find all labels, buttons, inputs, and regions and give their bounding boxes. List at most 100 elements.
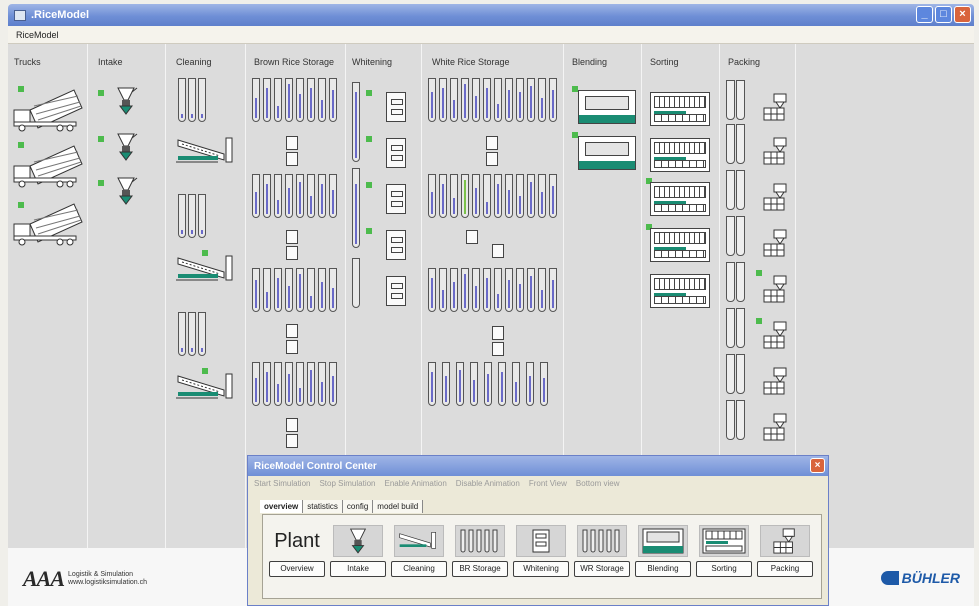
- sorting-machine-icon[interactable]: [650, 228, 710, 262]
- silo-icon[interactable]: [188, 194, 196, 238]
- silo-icon[interactable]: [450, 268, 458, 312]
- silo-icon[interactable]: [505, 174, 513, 218]
- silo-icon[interactable]: [329, 268, 337, 312]
- sorting-machine-icon[interactable]: [650, 182, 710, 216]
- silo-icon[interactable]: [736, 216, 745, 256]
- silo-icon[interactable]: [470, 362, 478, 406]
- intake-hopper-icon[interactable]: [114, 176, 138, 206]
- silo-icon[interactable]: [352, 258, 360, 308]
- silo-icon[interactable]: [352, 82, 360, 162]
- silo-icon[interactable]: [450, 174, 458, 218]
- br-storage-button[interactable]: BR Storage: [452, 561, 508, 577]
- silo-icon[interactable]: [274, 174, 282, 218]
- silo-icon[interactable]: [483, 174, 491, 218]
- silo-icon[interactable]: [352, 168, 360, 248]
- packing-machine-icon[interactable]: [762, 92, 790, 122]
- silo-icon[interactable]: [274, 268, 282, 312]
- minimize-button[interactable]: _: [916, 6, 933, 23]
- silo-icon[interactable]: [527, 174, 535, 218]
- overview-button[interactable]: Overview: [269, 561, 325, 577]
- cleaning-button[interactable]: Cleaning: [391, 561, 447, 577]
- sorting-machine-icon[interactable]: [650, 274, 710, 308]
- silo-icon[interactable]: [285, 268, 293, 312]
- silo-icon[interactable]: [736, 170, 745, 210]
- packing-button[interactable]: Packing: [757, 561, 813, 577]
- silo-icon[interactable]: [329, 174, 337, 218]
- silo-icon[interactable]: [516, 268, 524, 312]
- blending-machine-icon[interactable]: [578, 90, 636, 124]
- silo-icon[interactable]: [439, 174, 447, 218]
- tab-model-build[interactable]: model build: [373, 500, 424, 513]
- silo-icon[interactable]: [178, 312, 186, 356]
- silo-icon[interactable]: [198, 78, 206, 122]
- dialog-close-button[interactable]: ×: [810, 458, 825, 473]
- silo-icon[interactable]: [483, 78, 491, 122]
- packing-machine-icon[interactable]: [762, 412, 790, 442]
- silo-icon[interactable]: [726, 400, 735, 440]
- silo-icon[interactable]: [538, 78, 546, 122]
- silo-icon[interactable]: [549, 174, 557, 218]
- menu-ricemodel[interactable]: RiceModel: [16, 30, 59, 40]
- silo-icon[interactable]: [549, 78, 557, 122]
- silo-icon[interactable]: [188, 78, 196, 122]
- silo-icon[interactable]: [285, 78, 293, 122]
- silo-icon[interactable]: [472, 78, 480, 122]
- silo-icon[interactable]: [318, 78, 326, 122]
- silo-icon[interactable]: [516, 174, 524, 218]
- intake-button[interactable]: Intake: [330, 561, 386, 577]
- silo-icon[interactable]: [472, 174, 480, 218]
- silo-icon[interactable]: [263, 268, 271, 312]
- silo-icon[interactable]: [428, 174, 436, 218]
- silo-icon[interactable]: [274, 362, 282, 406]
- silo-icon[interactable]: [726, 308, 735, 348]
- tab-config[interactable]: config: [342, 500, 374, 513]
- menu-bottom-view[interactable]: Bottom view: [576, 479, 620, 488]
- intake-hopper-icon[interactable]: [114, 86, 138, 116]
- silo-icon[interactable]: [178, 78, 186, 122]
- menu-stop-simulation[interactable]: Stop Simulation: [319, 479, 375, 488]
- silo-icon[interactable]: [538, 268, 546, 312]
- silo-icon[interactable]: [527, 268, 535, 312]
- silo-icon[interactable]: [461, 268, 469, 312]
- silo-icon[interactable]: [318, 174, 326, 218]
- silo-icon[interactable]: [307, 174, 315, 218]
- silo-icon[interactable]: [307, 362, 315, 406]
- silo-icon[interactable]: [198, 312, 206, 356]
- silo-icon[interactable]: [494, 78, 502, 122]
- silo-icon[interactable]: [538, 174, 546, 218]
- silo-icon[interactable]: [526, 362, 534, 406]
- silo-icon[interactable]: [178, 194, 186, 238]
- silo-icon[interactable]: [188, 312, 196, 356]
- silo-icon[interactable]: [252, 174, 260, 218]
- silo-icon[interactable]: [516, 78, 524, 122]
- silo-icon[interactable]: [726, 170, 735, 210]
- silo-icon[interactable]: [726, 354, 735, 394]
- silo-icon[interactable]: [307, 78, 315, 122]
- silo-icon[interactable]: [318, 268, 326, 312]
- cleaning-machine-icon[interactable]: [174, 370, 240, 404]
- packing-machine-icon[interactable]: [762, 136, 790, 166]
- menu-enable-animation[interactable]: Enable Animation: [385, 479, 447, 488]
- silo-icon[interactable]: [736, 124, 745, 164]
- silo-icon[interactable]: [450, 78, 458, 122]
- silo-icon[interactable]: [428, 78, 436, 122]
- silo-icon[interactable]: [540, 362, 548, 406]
- silo-icon[interactable]: [439, 78, 447, 122]
- silo-icon[interactable]: [307, 268, 315, 312]
- silo-icon[interactable]: [428, 362, 436, 406]
- silo-icon[interactable]: [505, 78, 513, 122]
- silo-icon[interactable]: [296, 268, 304, 312]
- menu-start-simulation[interactable]: Start Simulation: [254, 479, 310, 488]
- whitening-machine-icon[interactable]: [386, 184, 406, 214]
- silo-icon[interactable]: [505, 268, 513, 312]
- silo-icon[interactable]: [494, 174, 502, 218]
- silo-icon[interactable]: [494, 268, 502, 312]
- silo-icon[interactable]: [726, 216, 735, 256]
- packing-machine-icon[interactable]: [762, 320, 790, 350]
- silo-icon[interactable]: [527, 78, 535, 122]
- silo-icon[interactable]: [736, 354, 745, 394]
- intake-hopper-icon[interactable]: [114, 132, 138, 162]
- silo-icon[interactable]: [252, 362, 260, 406]
- packing-machine-icon[interactable]: [762, 182, 790, 212]
- silo-icon[interactable]: [274, 78, 282, 122]
